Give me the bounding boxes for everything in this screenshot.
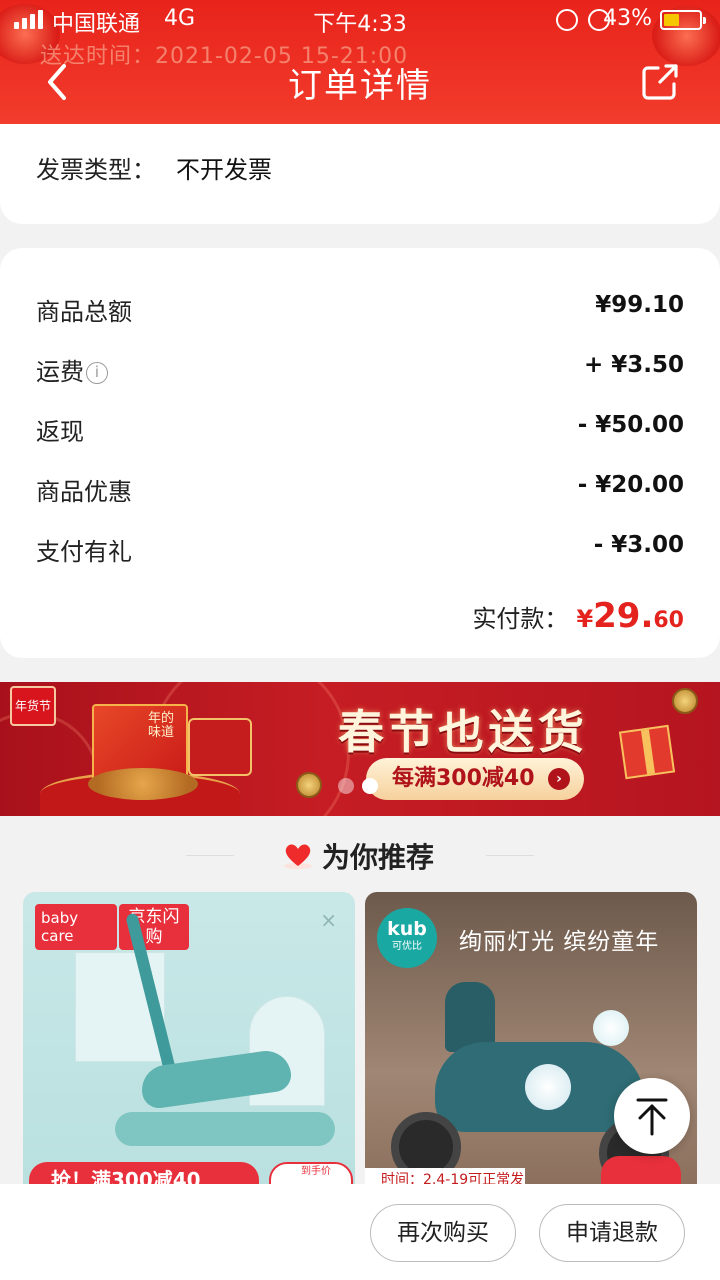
paid-integer: 29.: [593, 596, 654, 636]
heart-icon: [284, 844, 312, 869]
invoice-type-label: 发票类型：: [36, 156, 156, 184]
headlight: [525, 1064, 571, 1110]
invoice-type-value: 不开发票: [176, 156, 272, 184]
discount-value: - ¥20.00: [577, 472, 684, 498]
bottom-action-bar: 再次购买 申请退款: [0, 1184, 720, 1280]
product-slogan: 绚丽灯光 缤纷童年: [459, 929, 660, 955]
product-card[interactable]: baby care 京东闪购 × 抢！满300减40 到手价: [23, 892, 355, 1192]
chevron-right-icon: ›: [548, 768, 570, 790]
brand-logo-subtext: 可优比: [392, 941, 422, 952]
battery-percent: 43%: [603, 6, 652, 31]
shipping-label: 运费: [36, 358, 84, 386]
buy-again-button[interactable]: 再次购买: [370, 1204, 516, 1262]
request-refund-button[interactable]: 申请退款: [539, 1204, 685, 1262]
banner-promo-text: 每满300减40: [392, 766, 535, 791]
arrow-up-icon: [636, 1098, 668, 1136]
amount-row-subtotal: 商品总额 ¥99.10: [36, 292, 684, 332]
banner-pagination: [338, 778, 378, 794]
shipping-value: + ¥3.50: [583, 352, 684, 378]
price-tag-label: 到手价: [301, 1166, 331, 1177]
gift-box-text: 年的味道: [148, 711, 175, 740]
coin-icon: [672, 688, 698, 714]
coin-icon: [296, 772, 322, 798]
paid-currency: ¥: [576, 605, 594, 633]
share-button[interactable]: [638, 60, 682, 104]
payment-gift-value: - ¥3.00: [593, 532, 684, 558]
gift-box-image: [188, 718, 252, 776]
pagination-dot-active[interactable]: [362, 778, 378, 794]
brand-logo: baby care: [35, 904, 117, 950]
brand-logo: kub 可优比: [377, 908, 437, 968]
present-icon: [618, 724, 676, 780]
headlight: [593, 1010, 629, 1046]
brand-logo-text: kub: [387, 918, 427, 940]
scooter-base: [115, 1112, 335, 1146]
status-bar: 中国联通 4G 下午4:33 43%: [0, 0, 720, 40]
recommend-header: 为你推荐: [0, 818, 720, 892]
battery-icon: [660, 10, 706, 30]
paid-label: 实付款：: [472, 605, 569, 633]
page-title: 订单详情: [288, 66, 432, 106]
amount-row-payment-gift: 支付有礼 - ¥3.00: [36, 532, 684, 572]
cashback-label: 返现: [36, 418, 84, 446]
amount-row-discount: 商品优惠 - ¥20.00: [36, 472, 684, 512]
recommend-title: 为你推荐: [322, 841, 435, 874]
banner-promo-pill[interactable]: 每满300减40 ›: [366, 758, 584, 800]
share-icon: [642, 64, 678, 100]
subtotal-value: ¥99.10: [595, 292, 684, 318]
pagination-dot[interactable]: [338, 778, 354, 794]
nuts-image: [88, 768, 198, 800]
subtotal-label: 商品总额: [36, 298, 132, 326]
invoice-card: 发票类型： 不开发票: [0, 124, 720, 224]
divider: [486, 855, 534, 856]
back-to-top-button[interactable]: [614, 1078, 690, 1154]
battery-fill: [664, 14, 679, 26]
info-icon[interactable]: i: [86, 362, 108, 384]
new-year-festival-logo: 年货节: [10, 686, 56, 726]
amount-row-shipping: 运费 i + ¥3.50: [36, 352, 684, 392]
payment-gift-label: 支付有礼: [36, 538, 132, 566]
header: 送达时间：2021-02-05 15-21:00 中国联通 4G 下午4:33 …: [0, 0, 720, 124]
cashback-value: - ¥50.00: [577, 412, 684, 438]
close-icon[interactable]: ×: [320, 908, 337, 932]
promo-banner[interactable]: 年货节 年的味道 春节也送货 每满300减40 ›: [0, 682, 720, 816]
divider: [186, 855, 234, 856]
amount-summary-card: 商品总额 ¥99.10 运费 i + ¥3.50 返现 - ¥50.00 商品优惠…: [0, 248, 720, 658]
banner-headline: 春节也送货: [338, 705, 588, 759]
paid-amount: 实付款： ¥29.60: [472, 596, 684, 640]
discount-label: 商品优惠: [36, 478, 132, 506]
amount-row-cashback: 返现 - ¥50.00: [36, 412, 684, 452]
paid-decimal: 60: [653, 608, 684, 633]
rotation-lock-icon: [556, 9, 578, 31]
